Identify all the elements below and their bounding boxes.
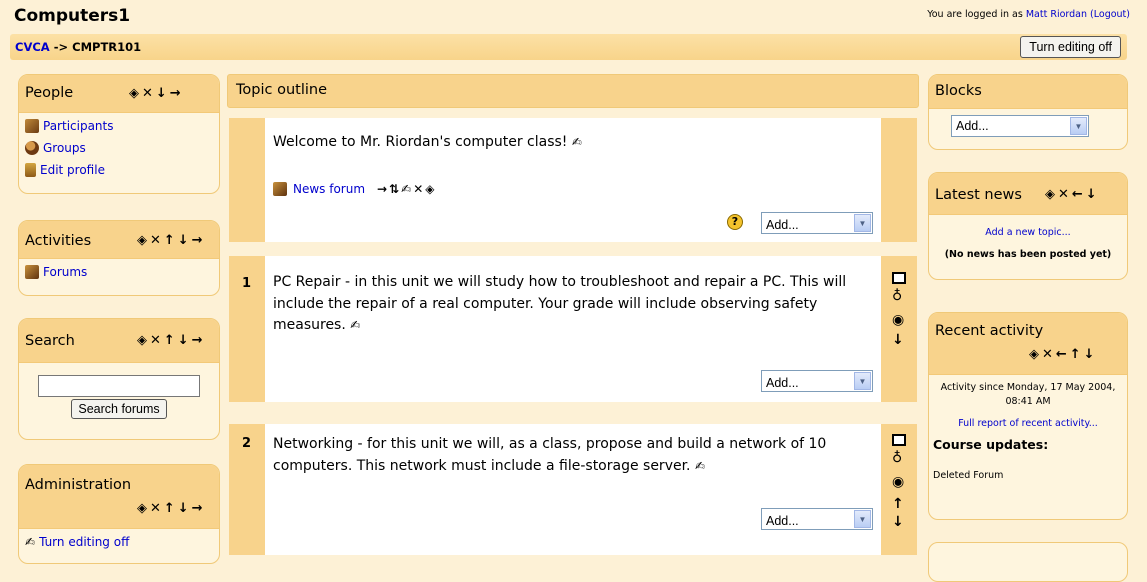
arrow-up-icon[interactable]: ↑ [892,496,904,512]
edit-profile-link[interactable]: Edit profile [40,163,105,177]
section-1: 1 ♁ ◉ ↓ PC Repair - in this unit we will… [229,256,917,402]
quill-icon[interactable]: ✍ [695,459,705,473]
deleted-forum-text: Deleted Forum [933,469,1004,481]
forum-icon [273,181,287,196]
highlight-icon[interactable] [892,272,906,284]
administration-block: Administration ◈✕↑↓→ ✍ Turn editing off [18,464,220,564]
search-forums-button[interactable]: Search forums [71,399,167,419]
highlight-icon[interactable] [892,434,906,446]
page-header: Computers1 You are logged in as Matt Rio… [0,0,1140,32]
no-news-text: (No news has been posted yet) [944,249,1112,260]
chevron-down-icon: ▼ [854,372,871,390]
breadcrumb-course: CMPTR101 [72,40,142,54]
chevron-down-icon: ▼ [854,510,871,528]
latest-news-block: Latest news ◈✕←↓ Add a new topic... (No … [928,172,1128,280]
block-controls[interactable]: ◈✕↑↓→ [137,333,206,348]
participants-icon [25,119,39,133]
block-controls[interactable]: ◈✕←↑↓ [1029,347,1098,362]
activities-title: Activities [25,233,92,249]
section-summary: Networking - for this unit we will, as a… [273,436,827,474]
help-icon[interactable]: ? [727,214,743,230]
breadcrumb: CVCA -> CMPTR101 [15,40,142,54]
block-controls[interactable]: ◈✕←↓ [1045,187,1100,202]
participants-link[interactable]: Participants [43,119,114,133]
blocks-block: Blocks Add... ▼ [928,74,1128,150]
groups-icon [25,141,39,155]
section-0: Welcome to Mr. Riordan's computer class!… [229,118,917,242]
search-block: Search ◈✕↑↓→ Search forums [18,318,220,440]
quill-icon[interactable]: ✍ [350,318,360,332]
search-title: Search [25,333,75,349]
login-info: You are logged in as Matt Riordan (Logou… [927,9,1130,20]
forums-link[interactable]: Forums [43,265,87,279]
logout-link[interactable]: (Logout) [1090,9,1130,20]
quill-icon[interactable]: ✍ [572,135,582,149]
block-controls[interactable]: ◈✕↓→ [129,86,184,101]
intro-text: Welcome to Mr. Riordan's computer class! [273,134,568,150]
chevron-down-icon: ▼ [1070,117,1087,135]
add-activity-select[interactable]: Add... ▼ [761,370,873,392]
recent-activity-block: Recent activity ◈✕←↑↓ Activity since Mon… [928,312,1128,520]
eye-icon[interactable]: ◉ [892,474,904,490]
quill-icon: ✍ [25,535,36,549]
user-link[interactable]: Matt Riordan [1026,9,1087,20]
turn-editing-off-link[interactable]: Turn editing off [39,535,129,549]
topic-outline-title: Topic outline [236,82,327,98]
section-number: 2 [242,436,252,451]
people-title: People [25,85,74,101]
news-forum-link[interactable]: News forum [293,180,365,199]
arrow-down-icon[interactable]: ↓ [892,514,904,530]
recent-activity-title: Recent activity [935,323,1044,339]
add-block-select[interactable]: Add... ▼ [951,115,1089,137]
next-block [928,542,1128,582]
block-controls[interactable]: ◈✕↑↓→ [137,501,206,516]
blocks-title: Blocks [935,83,982,99]
administration-title: Administration [25,477,132,493]
activity-since-text: Activity since Monday, 17 May 2004, 08:4… [940,382,1116,408]
lightbulb-icon[interactable]: ♁ [892,288,902,304]
full-report-link[interactable]: Full report of recent activity... [958,418,1098,429]
edit-profile-icon [25,163,36,177]
site-title: Computers1 [14,6,131,26]
chevron-down-icon: ▼ [854,214,871,232]
course-updates-heading: Course updates: [933,436,1049,452]
forums-icon [25,265,39,279]
section-number: 1 [242,276,252,291]
section-2: 2 ♁ ◉ ↑ ↓ Networking - for this unit we … [229,424,917,555]
search-input[interactable] [38,375,200,397]
move-edit-controls[interactable]: →⇅✍✕◈ [377,180,436,199]
latest-news-title: Latest news [935,187,1022,203]
add-topic-link[interactable]: Add a new topic... [985,227,1070,238]
people-block: People ◈✕↓→ Participants Groups Edit pro… [18,74,220,194]
add-activity-select[interactable]: Add... ▼ [761,212,873,234]
navbar: CVCA -> CMPTR101 Turn editing off [10,34,1127,60]
activities-block: Activities ◈✕↑↓→ Forums [18,220,220,296]
topic-outline-header: Topic outline [227,74,919,108]
groups-link[interactable]: Groups [43,141,86,155]
arrow-down-icon[interactable]: ↓ [892,332,904,348]
eye-icon[interactable]: ◉ [892,312,904,328]
add-activity-select[interactable]: Add... ▼ [761,508,873,530]
breadcrumb-root[interactable]: CVCA [15,40,50,54]
turn-editing-off-button[interactable]: Turn editing off [1020,36,1121,58]
lightbulb-icon[interactable]: ♁ [892,450,902,466]
block-controls[interactable]: ◈✕↑↓→ [137,233,206,248]
